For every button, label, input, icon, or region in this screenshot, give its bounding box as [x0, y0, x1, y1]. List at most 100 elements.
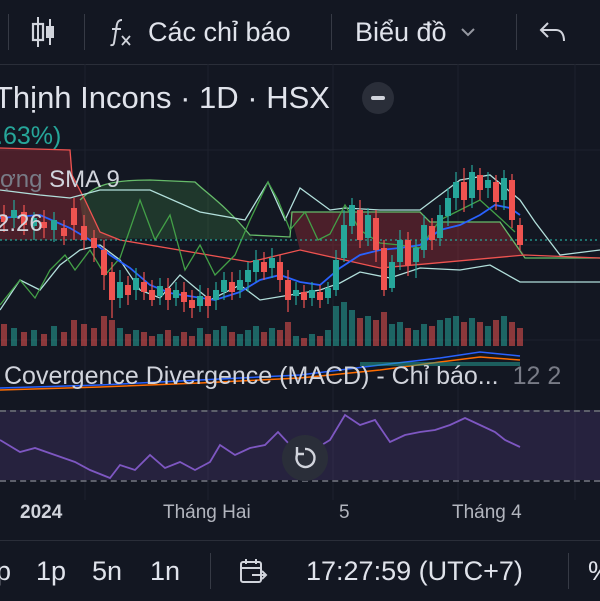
- toolbar-divider: [568, 553, 569, 589]
- candle-body: [405, 240, 411, 265]
- volume-bar: [109, 320, 115, 346]
- volume-indicator-label: SMA 9: [49, 166, 120, 193]
- candle-body: [445, 198, 451, 216]
- volume-bar: [277, 330, 283, 346]
- legend-price: 2.26: [0, 210, 43, 237]
- candle-body: [125, 285, 131, 295]
- volume-bar: [205, 334, 211, 346]
- volume-bar: [197, 328, 203, 346]
- undo-button[interactable]: [538, 0, 572, 64]
- volume-bar: [349, 310, 355, 346]
- volume-bar: [397, 322, 403, 346]
- range-button[interactable]: 1p: [36, 541, 66, 601]
- volume-bar: [445, 318, 451, 346]
- clock-timezone[interactable]: 17:27:59 (UTC+7): [306, 541, 523, 601]
- indicators-label: Các chỉ báo: [148, 16, 291, 47]
- volume-legend[interactable]: rợng SMA 9: [0, 166, 120, 194]
- toolbar-divider: [331, 14, 332, 50]
- volume-bar: [357, 318, 363, 346]
- volume-bar: [461, 322, 467, 346]
- candle-body: [91, 238, 97, 248]
- chart-style-icon: [31, 17, 54, 47]
- volume-bar: [141, 332, 147, 346]
- percent-scale-button[interactable]: %: [588, 541, 600, 601]
- candle-body: [133, 278, 139, 290]
- candle-body: [277, 262, 283, 280]
- go-to-date-button[interactable]: [238, 541, 268, 601]
- candle-body: [317, 292, 323, 300]
- candle-body: [381, 248, 387, 290]
- volume-bar: [341, 302, 347, 346]
- volume-bar: [325, 330, 331, 346]
- collapse-legend-button[interactable]: [362, 82, 394, 114]
- volume-series: [1, 302, 523, 346]
- candle-body: [453, 182, 459, 198]
- volume-bar: [245, 330, 251, 346]
- candle-body: [173, 290, 179, 298]
- range-button[interactable]: p: [0, 541, 11, 601]
- candle-body: [349, 205, 355, 226]
- volume-bar: [429, 326, 435, 346]
- volume-bar: [477, 322, 483, 346]
- reset-chart-button[interactable]: [282, 435, 328, 481]
- top-toolbar: Các chỉ báo Biểu đồ: [0, 0, 600, 65]
- candle-body: [493, 182, 499, 202]
- candle-body: [253, 260, 259, 272]
- range-button[interactable]: 5n: [92, 541, 122, 601]
- volume-bar: [133, 330, 139, 346]
- candle-body: [205, 296, 211, 306]
- chart-style-button[interactable]: [30, 0, 62, 64]
- volume-bar: [51, 326, 57, 346]
- candle-body: [301, 292, 307, 300]
- candle-body: [101, 250, 107, 275]
- volume-bar: [405, 328, 411, 346]
- candle-body: [501, 178, 507, 200]
- time-axis-label: Tháng 4: [452, 502, 522, 523]
- candle-body: [413, 248, 419, 262]
- minus-icon: [371, 96, 385, 100]
- chart-type-dropdown[interactable]: Biểu đồ: [355, 0, 477, 64]
- chart-type-label: Biểu đồ: [355, 16, 447, 47]
- candle-body: [429, 226, 435, 240]
- volume-bar: [181, 332, 187, 346]
- range-button[interactable]: 1n: [150, 541, 180, 601]
- indicators-button[interactable]: Các chỉ báo: [108, 0, 291, 64]
- volume-bar: [485, 326, 491, 346]
- rsi-upper-bound: [0, 410, 600, 412]
- candle-body: [365, 215, 371, 238]
- volume-bar: [317, 336, 323, 346]
- symbol-legend-title[interactable]: Thịnh Incons · 1D · HSX: [0, 80, 330, 116]
- volume-bar: [157, 334, 163, 346]
- time-axis-label: 5: [339, 502, 350, 523]
- candle-body: [309, 290, 315, 298]
- volume-bar: [71, 320, 77, 346]
- candle-body: [189, 300, 195, 308]
- candle-body: [109, 272, 115, 300]
- volume-bar: [381, 312, 387, 346]
- volume-bar: [125, 334, 131, 346]
- volume-bar: [229, 332, 235, 346]
- candle-body: [141, 282, 147, 292]
- bottom-toolbar: p 1p 5n 1n 17:27:59 (UTC+7) %: [0, 540, 600, 601]
- candle-body: [237, 280, 243, 290]
- candle-body: [213, 290, 219, 300]
- candle-body: [269, 258, 275, 268]
- volume-bar: [333, 306, 339, 346]
- volume-bar: [81, 324, 87, 346]
- volume-bar: [149, 336, 155, 346]
- candle-body: [261, 262, 267, 272]
- volume-bar: [91, 328, 97, 346]
- price-change: .63%): [0, 122, 62, 150]
- volume-bar: [11, 328, 17, 346]
- candle-body: [157, 286, 163, 296]
- volume-label: rợng: [0, 166, 43, 193]
- volume-bar: [493, 320, 499, 346]
- volume-bar: [117, 328, 123, 346]
- candle-body: [245, 270, 251, 282]
- macd-legend[interactable]: Covergence Divergence (MACD) - Chỉ báo..…: [4, 362, 561, 391]
- chevron-down-icon: [460, 28, 475, 37]
- volume-bar: [189, 336, 195, 346]
- volume-bar: [453, 316, 459, 346]
- candle-body: [509, 180, 515, 220]
- candle-body: [61, 228, 67, 236]
